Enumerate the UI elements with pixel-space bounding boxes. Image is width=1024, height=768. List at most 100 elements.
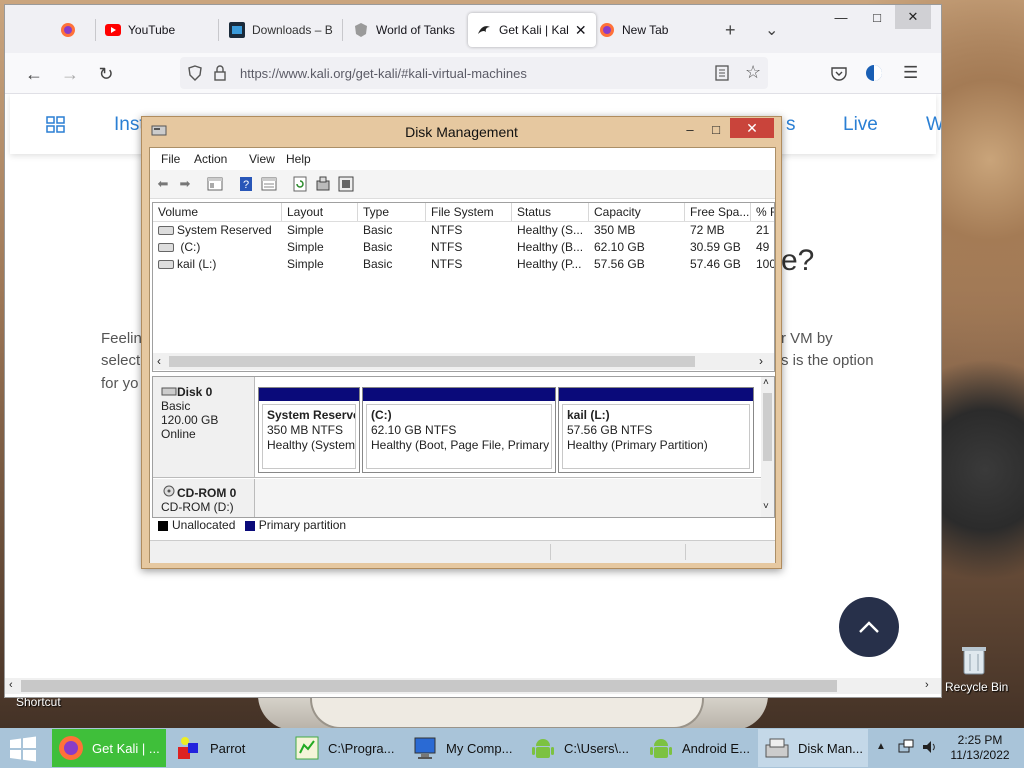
chevron-up-icon bbox=[859, 621, 879, 633]
tab-downloads[interactable]: Downloads – B bbox=[229, 13, 333, 47]
nav-link-vms[interactable]: s bbox=[786, 114, 796, 136]
system-clock[interactable]: 2:25 PM 11/13/2022 bbox=[945, 733, 1015, 763]
menu-help[interactable]: Help bbox=[286, 152, 311, 166]
disk-icon bbox=[161, 385, 177, 399]
maximize-button[interactable]: □ bbox=[706, 120, 726, 138]
column-header-layout[interactable]: Layout bbox=[282, 203, 358, 221]
taskbar-item-firefox[interactable]: Get Kali | ... bbox=[52, 729, 166, 767]
reload-icon[interactable]: ↻ bbox=[93, 61, 119, 87]
menu-hamburger-icon[interactable]: ☰ bbox=[903, 63, 918, 83]
scrollbar-thumb[interactable] bbox=[169, 356, 695, 367]
volume-speaker-icon[interactable] bbox=[921, 739, 937, 758]
cdrom-0-label[interactable]: CD-ROM 0 CD-ROM (D:) bbox=[153, 479, 255, 517]
scroll-up-icon[interactable]: ˄ bbox=[763, 377, 769, 388]
properties-icon[interactable] bbox=[260, 175, 278, 193]
shortcut-label[interactable]: Shortcut bbox=[16, 695, 61, 709]
menu-view[interactable]: View bbox=[249, 152, 275, 166]
disk-settings-icon[interactable] bbox=[337, 175, 355, 193]
tab-world-of-tanks[interactable]: World of Tanks bbox=[353, 13, 455, 47]
shield-icon[interactable] bbox=[188, 65, 202, 84]
network-icon[interactable] bbox=[898, 739, 914, 758]
volume-row[interactable]: System Reserved Simple Basic NTFS Health… bbox=[153, 222, 774, 239]
menu-file[interactable]: File bbox=[161, 152, 180, 166]
volume-row[interactable]: kail (L:) Simple Basic NTFS Healthy (P..… bbox=[153, 256, 774, 273]
list-tabs-button[interactable]: ⌄ bbox=[765, 13, 778, 47]
nav-link-wsl[interactable]: W bbox=[926, 114, 941, 136]
paragraph-line: select bbox=[101, 352, 141, 369]
tab-get-kali[interactable]: Get Kali | Kal ✕ bbox=[468, 13, 596, 47]
scroll-right-icon[interactable]: › bbox=[925, 679, 929, 691]
taskbar-item-program-files[interactable]: C:\Progra... bbox=[288, 729, 402, 767]
recycle-bin-label[interactable]: Recycle Bin bbox=[945, 680, 1008, 694]
column-header-free-space[interactable]: Free Spa... bbox=[685, 203, 751, 221]
new-tab-button[interactable]: + bbox=[725, 13, 736, 47]
disk-size: 120.00 GB bbox=[161, 413, 219, 427]
taskbar-item-parrot[interactable]: Parrot bbox=[170, 729, 284, 767]
taskbar-item-android-emulator[interactable]: Android E... bbox=[642, 729, 756, 767]
paragraph-line: for yo bbox=[101, 375, 139, 392]
page-horizontal-scrollbar[interactable]: ‹ › bbox=[5, 678, 941, 694]
lock-icon[interactable] bbox=[214, 65, 226, 84]
volume-row[interactable]: (C:) Simple Basic NTFS Healthy (B... 62.… bbox=[153, 239, 774, 256]
scrollbar-thumb[interactable] bbox=[763, 393, 772, 461]
taskbar-item-my-computer[interactable]: My Comp... bbox=[406, 729, 520, 767]
nav-link-live[interactable]: Live bbox=[843, 114, 878, 136]
minimize-button[interactable]: — bbox=[823, 5, 859, 29]
title-bar[interactable]: Disk Management – □ ✕ bbox=[142, 117, 781, 145]
back-arrow-icon[interactable]: ← bbox=[21, 61, 47, 87]
account-icon[interactable] bbox=[865, 64, 883, 85]
youtube-icon bbox=[105, 22, 121, 38]
scroll-left-icon[interactable]: ‹ bbox=[157, 354, 161, 368]
partition-c[interactable]: (C:) 62.10 GB NTFS Healthy (Boot, Page F… bbox=[362, 387, 556, 473]
tab-firefox[interactable] bbox=[60, 13, 83, 47]
bookmark-star-icon[interactable]: ☆ bbox=[745, 62, 761, 83]
volume-list-horizontal-scrollbar[interactable]: ‹ › bbox=[153, 353, 774, 370]
show-hide-console-tree-icon[interactable] bbox=[206, 175, 224, 193]
forward-arrow-icon[interactable]: ➡ bbox=[176, 175, 194, 193]
refresh-icon[interactable] bbox=[291, 175, 309, 193]
menu-action[interactable]: Action bbox=[194, 152, 227, 166]
wallpaper-object-inner bbox=[310, 695, 704, 729]
kali-dragon-icon bbox=[476, 22, 492, 38]
partition-system-reserved[interactable]: System Reserve 350 MB NTFS Healthy (Syst… bbox=[258, 387, 360, 473]
tab-new-tab[interactable]: New Tab bbox=[599, 13, 668, 47]
graphical-view-vertical-scrollbar[interactable]: ˄ ˅ bbox=[761, 377, 774, 517]
maximize-button[interactable]: □ bbox=[859, 5, 895, 29]
reader-view-icon[interactable] bbox=[715, 65, 729, 84]
forward-arrow-icon[interactable]: → bbox=[57, 61, 83, 87]
column-header-status[interactable]: Status bbox=[512, 203, 589, 221]
close-button[interactable]: ✕ bbox=[730, 118, 774, 138]
minimize-button[interactable]: – bbox=[680, 120, 700, 138]
disk-name: Disk 0 bbox=[177, 385, 213, 399]
partition-l[interactable]: kail (L:) 57.56 GB NTFS Healthy (Primary… bbox=[558, 387, 754, 473]
windows-start-icon[interactable] bbox=[8, 736, 38, 762]
tab-youtube[interactable]: YouTube bbox=[105, 13, 175, 47]
scroll-to-top-button[interactable] bbox=[839, 597, 899, 657]
scroll-left-icon[interactable]: ‹ bbox=[9, 679, 13, 691]
close-window-button[interactable]: ✕ bbox=[895, 5, 931, 29]
scrollbar-thumb[interactable] bbox=[21, 680, 837, 692]
rescan-disks-icon[interactable] bbox=[314, 175, 332, 193]
scroll-down-icon[interactable]: ˅ bbox=[763, 501, 769, 512]
column-header-percent-free[interactable]: % F bbox=[751, 203, 774, 221]
show-hidden-icons-chevron-icon[interactable]: ▲ bbox=[876, 741, 886, 752]
volume-file-system: NTFS bbox=[431, 223, 463, 237]
pocket-icon[interactable] bbox=[831, 65, 847, 84]
recycle-bin-icon[interactable] bbox=[960, 644, 988, 676]
disk-0-label[interactable]: Disk 0 Basic 120.00 GB Online bbox=[153, 377, 255, 477]
close-tab-icon[interactable]: ✕ bbox=[575, 22, 587, 39]
scroll-right-icon[interactable]: › bbox=[759, 354, 763, 368]
toolbar: ⬅ ➡ ? bbox=[150, 170, 775, 199]
help-icon[interactable]: ? bbox=[237, 175, 255, 193]
disk-graphical-view: Disk 0 Basic 120.00 GB Online System Res… bbox=[152, 376, 775, 518]
back-arrow-icon[interactable]: ⬅ bbox=[154, 175, 172, 193]
taskbar-item-users-folder[interactable]: C:\Users\... bbox=[524, 729, 638, 767]
partition-size: 57.56 GB NTFS bbox=[567, 423, 653, 437]
column-header-volume[interactable]: Volume bbox=[153, 203, 282, 221]
column-header-type[interactable]: Type bbox=[358, 203, 426, 221]
grid-menu-icon[interactable] bbox=[46, 116, 66, 137]
url-bar[interactable]: https://www.kali.org/get-kali/#kali-virt… bbox=[180, 57, 768, 89]
column-header-file-system[interactable]: File System bbox=[426, 203, 512, 221]
column-header-capacity[interactable]: Capacity bbox=[589, 203, 685, 221]
taskbar-item-disk-management[interactable]: Disk Man... bbox=[758, 729, 868, 767]
